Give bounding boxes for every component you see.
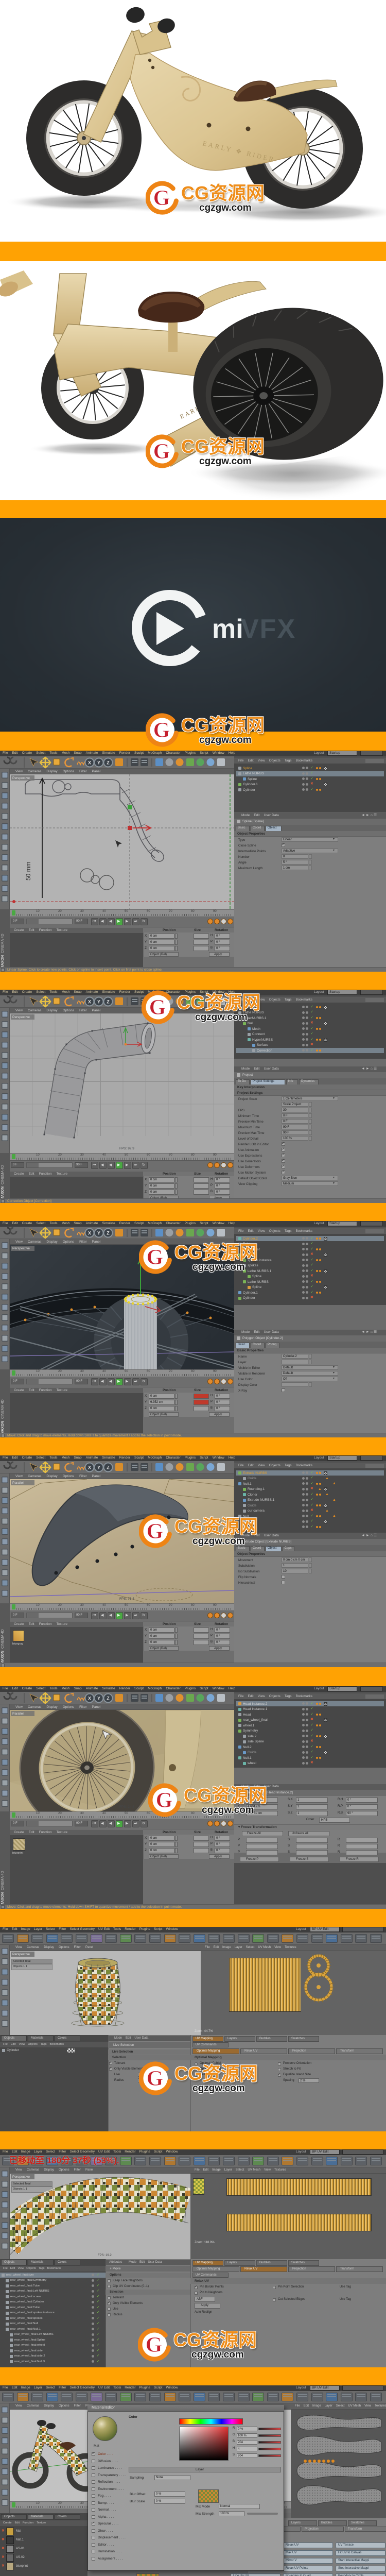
svg-text:G: G [156,1789,173,1812]
svg-text:mi: mi [212,614,243,644]
svg-text:50 mm: 50 mm [25,861,32,880]
svg-text:G: G [147,2067,164,2091]
svg-text:X: X [88,1696,91,1701]
svg-text:Z: Z [107,760,110,766]
svg-text:Y: Y [97,1465,100,1470]
svg-text:G: G [146,2333,163,2357]
svg-text:Z: Z [107,999,110,1005]
svg-text:G: G [153,719,170,742]
svg-text:X: X [88,1231,91,1236]
svg-text:X: X [88,999,91,1005]
svg-text:G: G [153,187,170,210]
svg-text:Y: Y [97,760,100,766]
svg-text:Y: Y [97,999,100,1005]
svg-text:G: G [153,440,170,464]
svg-text:VFX: VFX [241,614,296,644]
svg-text:Z: Z [107,1231,110,1236]
svg-text:Y: Y [97,1696,100,1701]
svg-text:X: X [88,760,91,766]
svg-text:X: X [88,1465,91,1470]
svg-text:Y: Y [97,1231,100,1236]
svg-text:G: G [149,996,166,1020]
svg-text:Z: Z [107,1696,110,1701]
svg-text:G: G [147,1520,164,1544]
svg-text:G: G [147,1246,164,1269]
svg-text:Z: Z [107,1465,110,1470]
